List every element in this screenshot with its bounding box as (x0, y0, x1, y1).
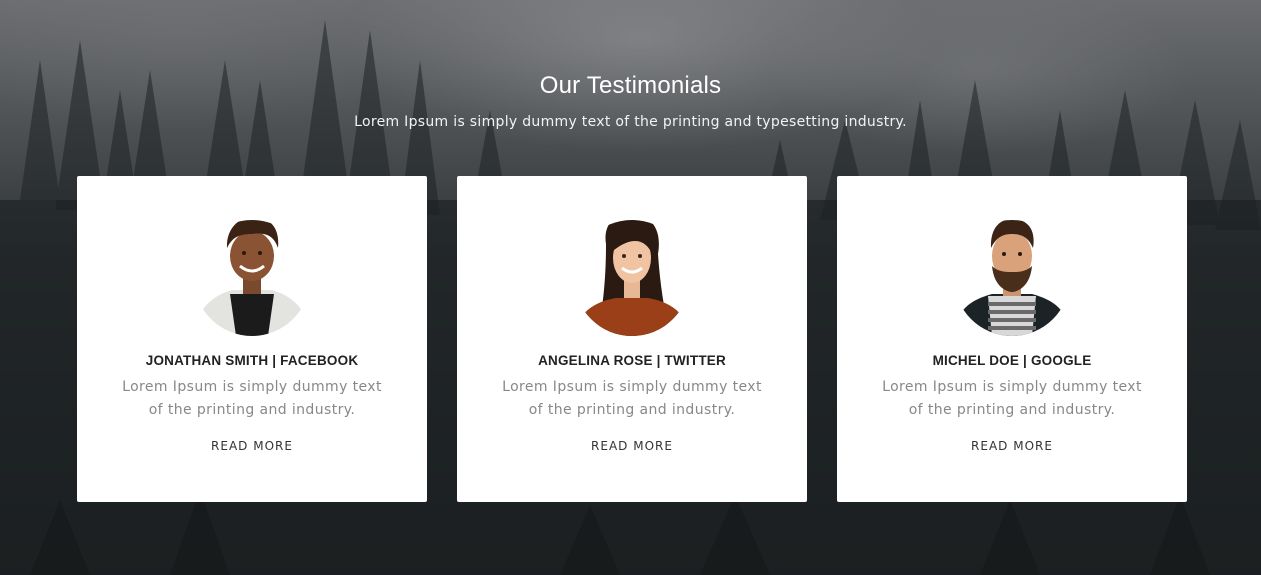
section-subtitle: Lorem Ipsum is simply dummy text of the … (354, 114, 907, 130)
testimonial-card: ANGELINA ROSE | TWITTER Lorem Ipsum is s… (457, 176, 807, 502)
section-header: Our Testimonials Lorem Ipsum is simply d… (0, 72, 1261, 130)
read-more-link[interactable]: READ MORE (591, 439, 673, 453)
testimonial-cards: JONATHAN SMITH | FACEBOOK Lorem Ipsum is… (77, 176, 1187, 502)
read-more-link[interactable]: READ MORE (971, 439, 1053, 453)
testimonial-text: Lorem Ipsum is simply dummy text of the … (882, 379, 1142, 418)
testimonial-card: MICHEL DOE | GOOGLE Lorem Ipsum is simpl… (837, 176, 1187, 502)
testimonial-name: ANGELINA ROSE | TWITTER (538, 353, 726, 368)
person-avatar-michel (952, 214, 1072, 336)
testimonial-name: JONATHAN SMITH | FACEBOOK (145, 353, 359, 368)
testimonial-name: MICHEL DOE | GOOGLE (932, 353, 1092, 368)
testimonial-card: JONATHAN SMITH | FACEBOOK Lorem Ipsum is… (77, 176, 427, 502)
person-avatar-jonathan (192, 214, 312, 336)
section-title: Our Testimonials (539, 72, 722, 99)
read-more-link[interactable]: READ MORE (211, 439, 293, 453)
testimonial-text: Lorem Ipsum is simply dummy text of the … (122, 379, 382, 418)
testimonial-text: Lorem Ipsum is simply dummy text of the … (502, 379, 762, 418)
person-avatar-angelina (572, 214, 692, 336)
